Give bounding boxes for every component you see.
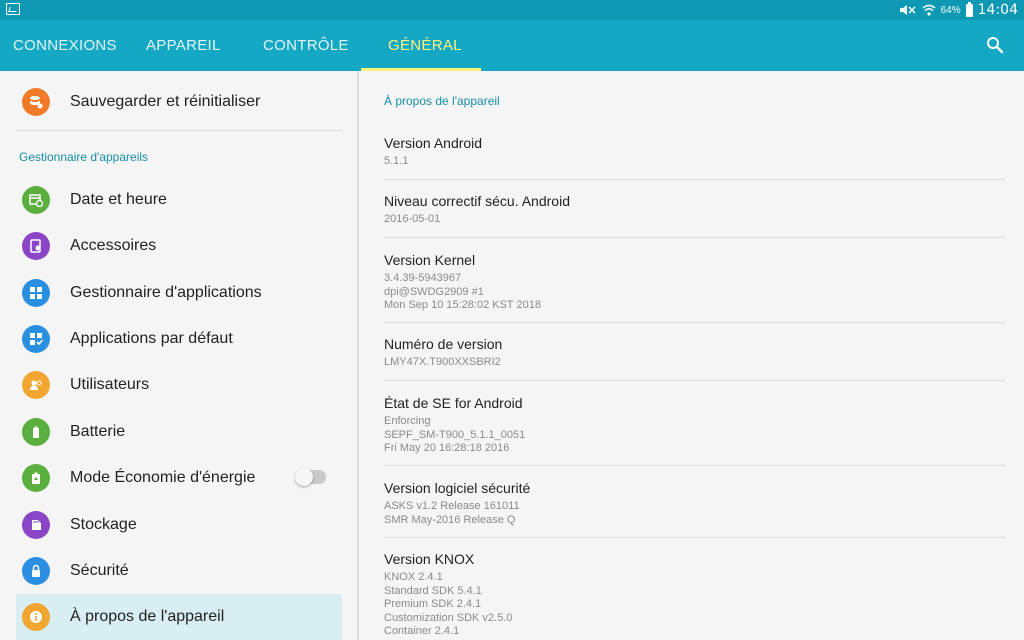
sidebar-item-label: Applications par défaut [70,330,233,347]
sidebar-item-label: Gestionnaire d'applications [70,284,262,301]
apps-grid-icon [22,279,50,307]
entry-title: Version Kernel [384,252,476,268]
battery-percent: 64% [940,4,961,16]
entry-knox-version[interactable]: Version KNOX KNOX 2.4.1 Standard SDK 5.4… [384,551,1004,640]
entry-title: Niveau correctif sécu. Android [384,193,570,209]
sidebar-item-label: Stockage [70,516,137,533]
backup-icon [22,88,50,116]
sidebar-item-label: À propos de l'appareil [70,608,225,625]
detail-title: À propos de l'appareil [384,94,500,108]
sidebar-item-power-saving[interactable]: Mode Économie d'énergie [16,455,342,501]
entry-value: LMY47X.T900XXSBRI2 [384,356,501,368]
entry-title: Numéro de version [384,336,503,352]
accessory-icon [22,232,50,260]
sidebar-item-label: Mode Économie d'énergie [70,469,256,486]
entry-value: Enforcing SEPF_SM-T900_5.1.1_0051 Fri Ma… [384,415,526,454]
entry-se-android-status[interactable]: État de SE for Android Enforcing SEPF_SM… [384,395,1004,456]
entry-title: Version logiciel sécurité [384,480,531,496]
sidebar-item-label: Batterie [70,423,126,440]
sidebar-item-security[interactable]: Sécurité [16,548,342,594]
divider [384,322,1005,323]
info-icon [22,603,50,631]
status-bar: 64% 14:04 [0,0,1024,20]
tab-connexions[interactable]: CONNEXIONS [13,20,117,71]
sidebar-item-app-manager[interactable]: Gestionnaire d'applications [16,270,342,316]
entry-value: ASKS v1.2 Release 161011 SMR May-2016 Re… [384,500,520,526]
divider [384,380,1005,381]
sidebar-item-about-device[interactable]: À propos de l'appareil [16,594,342,640]
detail-pane: À propos de l'appareil Version Android 5… [359,71,1024,640]
divider [384,179,1005,180]
sidebar-item-accessories[interactable]: Accessoires [16,223,342,269]
sidebar-item-label: Date et heure [70,191,167,208]
tab-controle[interactable]: CONTRÔLE [263,20,349,71]
divider [384,237,1005,238]
storage-icon [22,511,50,539]
battery-icon [22,418,50,446]
tab-appareil[interactable]: APPAREIL [146,20,221,71]
divider [384,537,1005,538]
sidebar-item-label: Accessoires [70,237,157,254]
entry-security-patch[interactable]: Niveau correctif sécu. Android 2016-05-0… [384,193,1004,227]
status-icons: 64% 14:04 [899,0,1018,20]
tab-general[interactable]: GÉNÉRAL [388,20,462,71]
sidebar-item-default-apps[interactable]: Applications par défaut [16,316,342,362]
sidebar-item-label: Utilisateurs [70,376,150,393]
entry-title: Version Android [384,135,483,151]
sidebar-item-label: Sauvegarder et réinitialiser [70,93,261,110]
sidebar-item-label: Sécurité [70,562,129,579]
entry-title: État de SE for Android [384,395,523,411]
tab-bar: CONNEXIONS APPAREIL CONTRÔLE GÉNÉRAL [0,20,1024,71]
settings-list: Sauvegarder et réinitialiser Gestionnair… [0,71,358,640]
entry-build-number[interactable]: Numéro de version LMY47X.T900XXSBRI2 [384,336,1004,370]
sidebar-item-battery[interactable]: Batterie [16,409,342,455]
power-saving-toggle[interactable] [295,468,326,486]
divider [16,130,342,131]
power-saving-icon [22,464,50,492]
clock: 14:04 [977,2,1018,18]
users-icon [22,371,50,399]
entry-value: 3.4.39-5943967 dpi@SWDG2909 #1 Mon Sep 1… [384,272,541,311]
entry-value: 5.1.1 [384,155,409,167]
entry-value: KNOX 2.4.1 Standard SDK 5.4.1 Premium SD… [384,571,513,640]
entry-kernel-version[interactable]: Version Kernel 3.4.39-5943967 dpi@SWDG29… [384,252,1004,313]
section-title: Gestionnaire d'appareils [19,150,149,164]
default-apps-icon [22,325,50,353]
entry-security-software-version[interactable]: Version logiciel sécurité ASKS v1.2 Rele… [384,480,1004,527]
sidebar-item-users[interactable]: Utilisateurs [16,362,342,408]
calendar-clock-icon [22,186,50,214]
toggle-knob [295,468,313,486]
lock-icon [22,557,50,585]
mute-icon [899,5,916,15]
search-icon[interactable] [986,36,1004,54]
entry-value: 2016-05-01 [384,213,441,225]
wifi-icon [922,4,936,16]
battery-status-icon [965,1,973,17]
entry-android-version[interactable]: Version Android 5.1.1 [384,135,1004,169]
sidebar-item-storage[interactable]: Stockage [16,502,342,548]
screenshot-icon [6,3,20,15]
divider [384,465,1005,466]
sidebar-item-backup-reset[interactable]: Sauvegarder et réinitialiser [16,79,342,125]
entry-title: Version KNOX [384,551,475,567]
sidebar-item-date-time[interactable]: Date et heure [16,177,342,223]
